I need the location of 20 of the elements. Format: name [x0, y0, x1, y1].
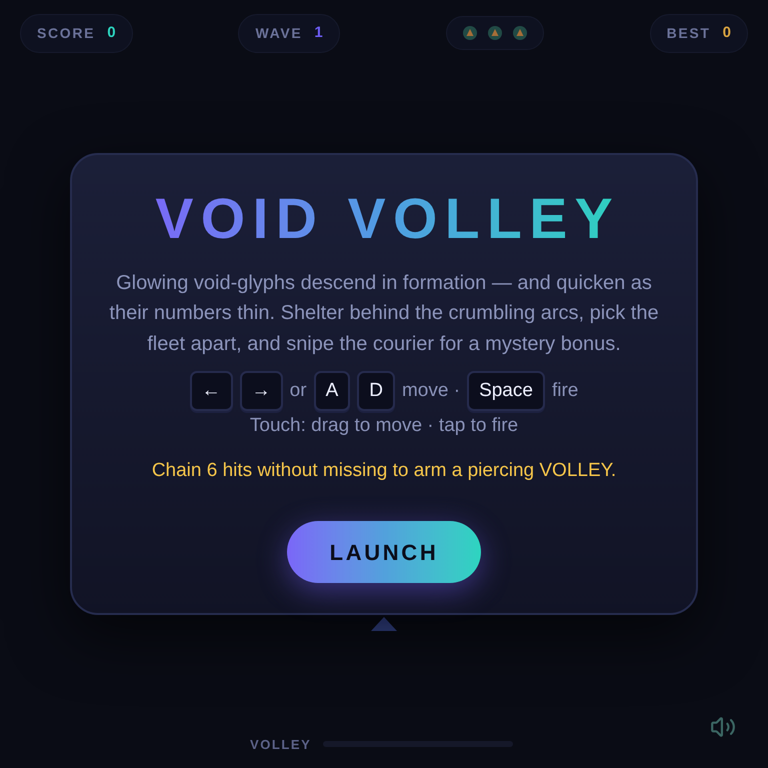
key-cap: ← — [190, 371, 233, 412]
stat-label: BEST — [666, 24, 711, 43]
stat-label: WAVE — [255, 24, 302, 43]
launch-button[interactable]: LAUNCH — [287, 521, 481, 584]
control-text: or — [290, 378, 307, 403]
key-cap: → — [240, 371, 283, 412]
stat-value: 1 — [314, 23, 323, 43]
stat-value: 0 — [722, 23, 731, 43]
stat-label: SCORE — [37, 24, 96, 43]
key-cap: D — [357, 371, 395, 412]
control-text: fire — [552, 378, 578, 403]
stat-value: 0 — [107, 23, 116, 43]
key-cap: Space — [467, 371, 545, 412]
speaker-icon[interactable] — [710, 714, 736, 740]
meter-label: VOLLEY — [250, 736, 312, 754]
game-description: Glowing void-glyphs descend in formation — and quicken as their numbers thin. Shelter behind the crumbling arcs, pick the fleet apart, and snipe the courier for a mystery bonus. — [108, 270, 660, 357]
control-text: move · — [402, 378, 460, 403]
key-cap: A — [314, 371, 350, 412]
tip-text: Chain 6 hits without missing to arm a piercing VOLLEY. — [152, 458, 616, 483]
touch-hint: Touch: drag to move · tap to fire — [250, 414, 518, 438]
